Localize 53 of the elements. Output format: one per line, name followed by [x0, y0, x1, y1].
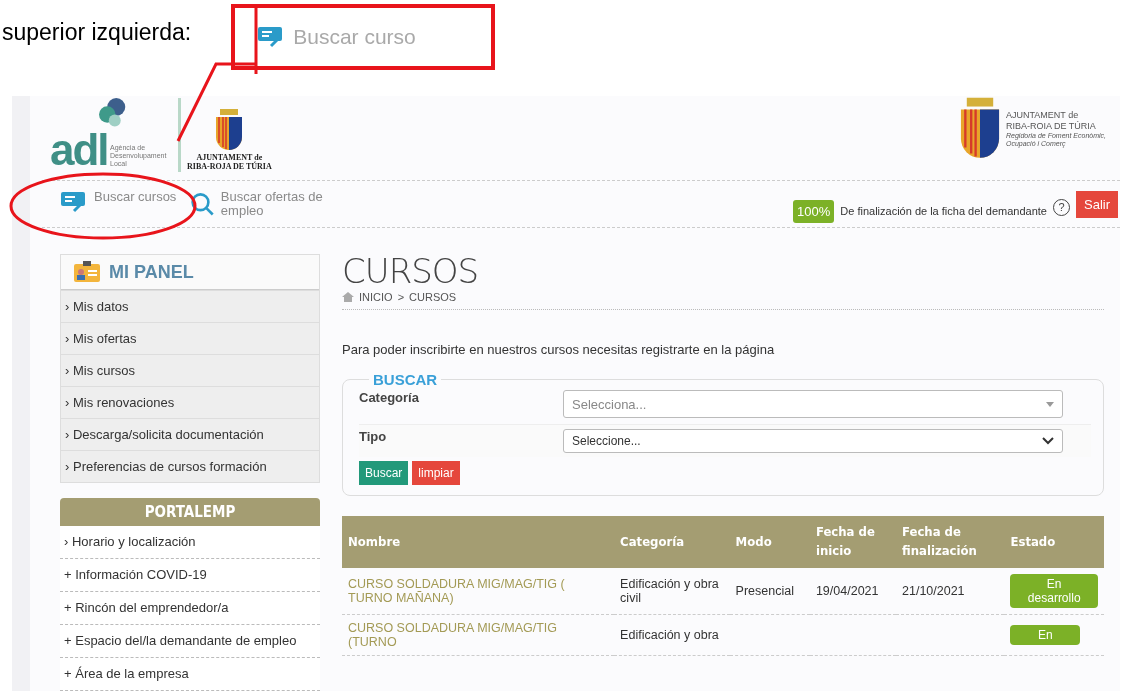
breadcrumb-link[interactable]: CURSOS	[409, 291, 457, 303]
inset-label: Buscar curso	[293, 25, 416, 49]
panel-menu-item[interactable]: › Mis ofertas	[61, 322, 319, 354]
portal-menu-item[interactable]: + Información COVID-19	[60, 559, 320, 592]
portal-menu-item[interactable]: + Área de la empresa	[60, 658, 320, 691]
field-label: Tipo	[359, 429, 388, 444]
select-field[interactable]: Seleccione...	[563, 429, 1063, 453]
column-header: Nombre	[342, 516, 615, 568]
nav-link[interactable]: Buscar cursos	[60, 189, 177, 214]
panel-menu-item[interactable]: › Preferencias de cursos formación	[61, 450, 319, 482]
panel-menu-item[interactable]: › Mis renovaciones	[61, 386, 319, 418]
search-button[interactable]: Buscar	[359, 461, 409, 485]
portal-menu-item[interactable]: + Espacio del/la demandante de empleo	[60, 625, 320, 658]
portal-header: PORTALEMP	[60, 498, 320, 526]
status-badge: En desarrollo	[1010, 574, 1098, 608]
panel-title: MI PANEL	[109, 261, 194, 283]
column-header: Categoría	[614, 516, 730, 568]
column-header: Fecha de finalización	[896, 516, 1005, 568]
table-cell: Edificación y obra civil	[614, 568, 730, 615]
org-name: RIBA-ROIA DE TÚRIA	[1006, 120, 1097, 132]
table-cell: Edificación y obra	[614, 614, 730, 656]
logout-button[interactable]: Salir	[1076, 190, 1118, 218]
panel-menu-item[interactable]: › Descarga/solicita documentación	[61, 418, 319, 450]
breadcrumb-link[interactable]: INICIO	[359, 291, 393, 303]
page-title: CURSOS	[342, 254, 480, 288]
table-cell: 19/04/2021	[809, 568, 896, 615]
home-icon	[342, 292, 354, 302]
caption-text: superior izquierda:	[2, 19, 192, 46]
breadcrumb-separator: >	[397, 291, 405, 303]
coat-of-arms-icon	[214, 108, 245, 153]
intro-text: Para poder inscribirte en nuestros cursos necesitas registrarte en la página	[342, 342, 776, 357]
table-cell: Presencial	[729, 568, 810, 615]
progress-badge: 100%	[793, 199, 835, 223]
portal-menu-item[interactable]: + Rincón del emprendedor/a	[60, 592, 320, 625]
org-name: AJUNTAMENT de	[1006, 110, 1080, 121]
adl-logo-text: adl	[50, 128, 108, 172]
column-header: Modo	[729, 516, 810, 568]
column-header: Estado	[1004, 516, 1104, 568]
clear-button[interactable]: limpiar	[412, 461, 460, 485]
panel-menu-item[interactable]: › Mis cursos	[61, 354, 319, 386]
panel-menu-item[interactable]: › Mis datos	[61, 290, 319, 322]
table-cell: 21/10/2021	[896, 568, 1005, 615]
caret-icon	[1046, 401, 1054, 407]
search-legend: BUSCAR	[369, 371, 442, 388]
progress-text: De finalización de la ficha del demandante	[840, 205, 1047, 217]
portal-menu-item[interactable]: › Horario y localización	[60, 526, 320, 559]
town-logo-text: AJUNTAMENT de RIBA-ROJA DE TÚRIA	[187, 152, 272, 172]
field-label: Categoría	[359, 390, 420, 405]
status-badge: En	[1010, 625, 1081, 645]
select-field[interactable]: Selecciona...	[563, 390, 1063, 418]
chevron-down-icon	[1042, 437, 1054, 445]
id-card-icon	[73, 261, 101, 283]
column-header: Fecha de inicio	[809, 516, 896, 568]
